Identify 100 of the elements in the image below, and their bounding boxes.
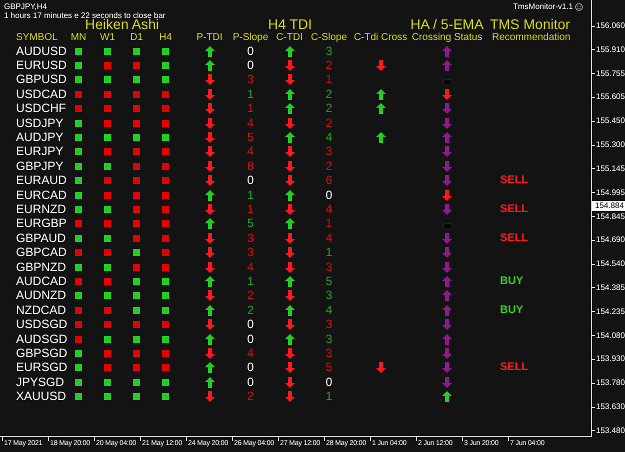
slope-value: 3 (326, 44, 332, 58)
slope-value: 0 (247, 44, 254, 58)
slope-value: 3 (247, 232, 254, 245)
symbol-label: JPYSGD (16, 376, 64, 389)
recommendation-signal: BUY (500, 304, 524, 317)
symbol-label: XAUUSD (16, 390, 66, 404)
slope-value: 3 (326, 332, 332, 346)
slope-value: 0 (247, 59, 254, 72)
slope-value: 1 (326, 73, 332, 86)
slope-value: 4 (247, 116, 254, 130)
slope-value: 1 (247, 202, 254, 216)
slope-value: 5 (326, 361, 332, 374)
price-label: 154.995 (595, 188, 625, 197)
symbol-label: EURSGD (16, 361, 68, 374)
slope-value: 3 (326, 260, 332, 274)
slope-value: 0 (247, 318, 254, 332)
slope-value: 2 (326, 59, 332, 72)
slope-value: 4 (247, 260, 254, 274)
symbol-label: USDCAD (16, 88, 67, 101)
slope-value: 1 (247, 274, 254, 288)
chart-symbol-timeframe: GBPJPY,H4 (4, 2, 47, 10)
column-header: W1 (99, 31, 116, 44)
symbol-label: AUDNZD (16, 289, 66, 302)
slope-value: 3 (247, 73, 254, 86)
symbol-label: AUDSGD (16, 332, 68, 346)
slope-value: 8 (247, 160, 254, 173)
price-label: 153.480 (595, 426, 625, 435)
slope-value: 2 (247, 390, 254, 404)
slope-value: 5 (326, 274, 332, 288)
column-header: MN (70, 31, 88, 44)
symbol-label: USDSGD (16, 318, 68, 332)
slope-value: 2 (247, 304, 254, 317)
current-price-label: 154.884 (592, 201, 625, 211)
expert-name: TmsMonitor-v1.1 (512, 2, 573, 10)
price-label: 154.690 (595, 236, 625, 244)
price-label: 156.060 (595, 22, 625, 30)
slope-value: 0 (326, 376, 332, 389)
slope-value: 4 (326, 131, 332, 144)
symbol-label: AUDCAD (16, 274, 67, 288)
column-header: D1 (129, 31, 144, 44)
column-header: Recommendation (491, 31, 572, 44)
slope-value: 4 (326, 232, 332, 245)
price-label: 154.385 (595, 284, 625, 292)
symbol-label: EURCAD (16, 188, 67, 202)
slope-value: 4 (326, 304, 332, 317)
column-header: C-Slope (310, 31, 348, 44)
slope-value: 2 (247, 289, 254, 302)
column-header: P-Slope (232, 31, 270, 44)
symbol-label: EURGBP (16, 217, 67, 230)
slope-value: 0 (247, 361, 254, 374)
group-heading: HA / 5-EMA (410, 18, 484, 31)
price-label: 155.605 (595, 93, 625, 102)
symbol-label: GBPJPY (16, 160, 64, 173)
symbol-label: EURJPY (16, 145, 64, 158)
slope-value: 1 (326, 246, 332, 260)
slope-value: 6 (326, 174, 332, 188)
slope-value: 2 (326, 88, 332, 101)
symbol-label: EURAUD (16, 174, 67, 188)
slope-value: 1 (247, 88, 254, 101)
slope-value: 4 (247, 145, 254, 158)
price-label: 154.080 (595, 332, 625, 340)
recommendation-signal: SELL (500, 361, 528, 374)
symbol-label: EURUSD (16, 59, 67, 72)
column-header: C-TDI (275, 31, 304, 44)
smiley-icon (575, 2, 583, 10)
slope-value: 3 (326, 346, 332, 360)
price-label: 155.300 (595, 141, 625, 150)
slope-value: 1 (326, 217, 332, 230)
slope-value: 1 (247, 102, 254, 116)
group-heading: Heiken Ashi (85, 18, 159, 31)
price-label: 153.930 (595, 355, 625, 364)
price-label: 154.540 (595, 260, 625, 268)
column-header: P-TDI (195, 31, 224, 44)
recommendation-signal: BUY (500, 274, 524, 288)
price-label: 153.630 (595, 403, 625, 411)
column-header: C-Tdi Cross (352, 31, 408, 44)
symbol-label: GBPCAD (16, 246, 67, 260)
slope-value: 0 (247, 174, 254, 188)
price-label: 155.755 (595, 70, 625, 78)
column-header: H4 (158, 31, 173, 44)
symbol-label: AUDUSD (16, 44, 67, 58)
symbol-label: USDCHF (16, 102, 66, 116)
group-heading: TMS Monitor (488, 18, 572, 31)
symbol-label: EURNZD (16, 202, 66, 216)
slope-value: 3 (326, 318, 332, 332)
slope-value: 3 (326, 289, 332, 302)
slope-value: 5 (247, 131, 254, 144)
price-label: 153.780 (595, 379, 625, 388)
price-label: 155.145 (595, 164, 625, 173)
symbol-label: GBPUSD (16, 73, 67, 86)
price-label: 155.910 (595, 46, 625, 54)
symbol-label: NZDCAD (16, 304, 66, 317)
slope-value: 5 (247, 217, 254, 230)
group-heading: H4 TDI (266, 18, 314, 31)
slope-value: 4 (326, 202, 332, 216)
slope-value: 1 (247, 188, 254, 202)
slope-value: 0 (247, 332, 254, 346)
slope-value: 0 (247, 376, 254, 389)
column-header: SYMBOL (15, 31, 59, 44)
slope-value: 3 (326, 145, 332, 158)
